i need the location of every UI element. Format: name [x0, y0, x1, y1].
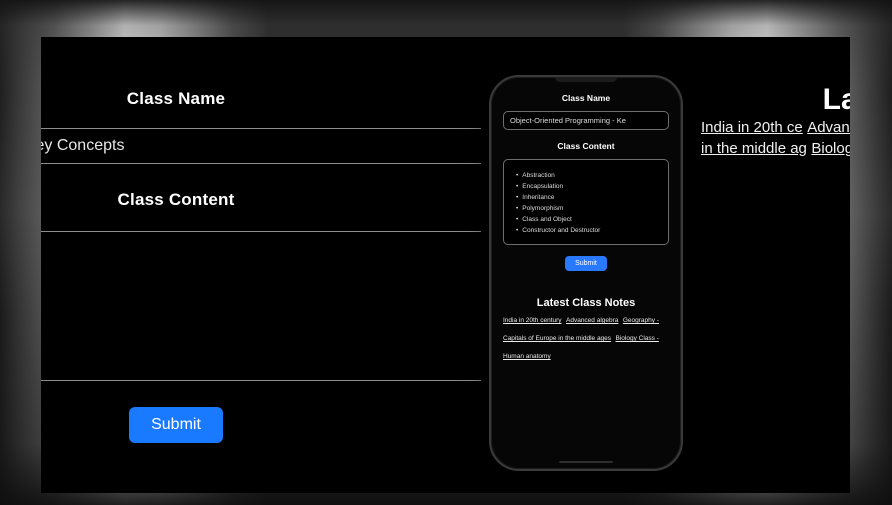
- list-item: Encapsulation: [516, 181, 668, 192]
- class-name-input[interactable]: nted Programming - Key Concepts: [41, 128, 481, 164]
- note-link[interactable]: India in 20th ce: [701, 119, 803, 136]
- note-link[interactable]: Advanced alg: [807, 119, 850, 136]
- list-item: Class and Object: [516, 214, 668, 225]
- latest-class-notes-title: Latest Class: [822, 83, 850, 116]
- phone-screen: Class Name Object-Oriented Programming -…: [491, 77, 681, 469]
- submit-button[interactable]: Submit: [129, 407, 223, 443]
- phone-class-name-input[interactable]: Object-Oriented Programming - Kе: [503, 111, 669, 130]
- desktop-left-viewport: Class Name nted Programming - Key Concep…: [41, 37, 481, 493]
- note-link[interactable]: Biology Class - Huma: [811, 140, 850, 157]
- phone-class-content-list: Abstraction Encapsulation Inheritance Po…: [516, 170, 668, 236]
- phone-class-content-textarea[interactable]: Abstraction Encapsulation Inheritance Po…: [503, 159, 669, 245]
- class-content-label: Class Content: [117, 190, 235, 209]
- list-item: ion: [41, 246, 481, 266]
- class-content-list: ion lation ce phism d Object ctor and De…: [41, 246, 481, 366]
- phone-note-link[interactable]: Advanced algebra: [566, 317, 618, 324]
- phone-class-name-label: Class Name: [561, 93, 611, 103]
- phone-mockup: Class Name Object-Oriented Programming -…: [489, 75, 683, 471]
- list-item: Constructor and Destructor: [516, 225, 668, 236]
- phone-submit-button[interactable]: Submit: [565, 256, 607, 271]
- list-item: Polymorphism: [516, 203, 668, 214]
- desktop-right-viewport: Latest Class India in 20th ce Advanced a…: [701, 37, 850, 493]
- list-item: lation: [41, 266, 481, 286]
- list-item: Abstraction: [516, 170, 668, 181]
- browser-stage: Class Name nted Programming - Key Concep…: [41, 37, 850, 493]
- list-item: Inheritance: [516, 192, 668, 203]
- phone-class-name-input-value: Object-Oriented Programming - Kе: [510, 116, 626, 125]
- phone-class-content-label: Class Content: [557, 141, 615, 151]
- class-content-textarea[interactable]: ion lation ce phism d Object ctor and De…: [41, 231, 481, 381]
- list-item: phism: [41, 306, 481, 326]
- phone-home-indicator: [559, 461, 613, 463]
- list-item: ce: [41, 286, 481, 306]
- phone-note-link[interactable]: India in 20th century: [503, 317, 562, 324]
- phone-notes-title: Latest Class Notes: [536, 297, 636, 309]
- list-item: d Object: [41, 326, 481, 346]
- list-item: ctor and Destructor: [41, 346, 481, 366]
- class-name-label: Class Name: [126, 89, 226, 108]
- class-name-input-value: nted Programming - Key Concepts: [41, 137, 125, 154]
